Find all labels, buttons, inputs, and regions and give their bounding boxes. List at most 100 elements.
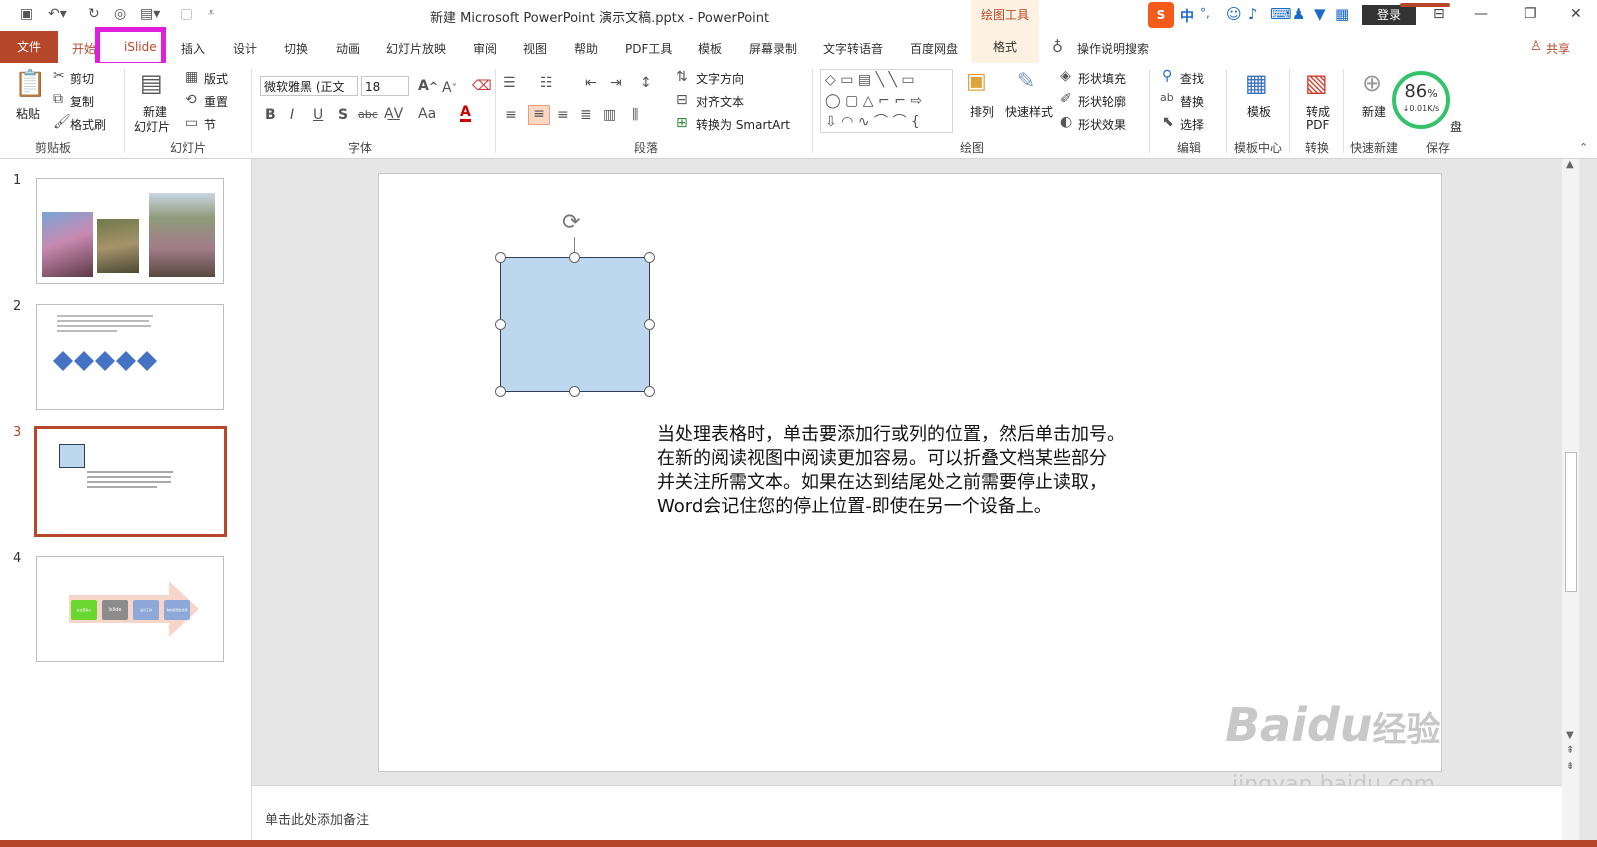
- select-button[interactable]: 选择: [1180, 116, 1204, 133]
- ime-toolbox-icon[interactable]: ▦: [1335, 5, 1349, 23]
- pdf-icon[interactable]: ▧: [1305, 69, 1328, 97]
- shape-fill-button[interactable]: 形状填充: [1078, 70, 1126, 87]
- tab-home[interactable]: 开始: [72, 40, 96, 57]
- tab-slideshow[interactable]: 幻灯片放映: [386, 40, 446, 57]
- tab-animations[interactable]: 动画: [336, 40, 360, 57]
- decrease-indent-icon[interactable]: ⇤: [585, 75, 597, 91]
- sogou-ime-icon[interactable]: S: [1148, 2, 1174, 28]
- new-slide-icon[interactable]: ▤: [140, 69, 163, 97]
- present-icon[interactable]: ▤▾: [140, 6, 160, 22]
- new-file-icon[interactable]: ▢: [180, 6, 193, 22]
- paste-button[interactable]: 粘贴: [16, 105, 40, 122]
- shrink-font-icon[interactable]: Aˇ: [442, 80, 457, 96]
- quick-styles-button[interactable]: 快速样式: [1005, 103, 1053, 120]
- resize-handle[interactable]: [569, 252, 580, 263]
- resize-handle[interactable]: [644, 252, 655, 263]
- replace-icon[interactable]: ab: [1160, 91, 1174, 104]
- ime-keyboard-icon[interactable]: ⌨: [1270, 5, 1292, 23]
- shape-outline-button[interactable]: 形状轮廓: [1078, 93, 1126, 110]
- scroll-thumb[interactable]: [1565, 452, 1577, 592]
- italic-icon[interactable]: I: [290, 107, 294, 123]
- previous-slide-icon[interactable]: ⇞: [1566, 745, 1574, 756]
- tab-pdf-tools[interactable]: PDF工具: [625, 40, 672, 57]
- shape-effects-icon[interactable]: ◐: [1060, 114, 1072, 130]
- font-name-combo[interactable]: 微软雅黑 (正文: [260, 76, 358, 96]
- bold-icon[interactable]: B: [265, 107, 276, 123]
- align-left-icon[interactable]: ≡: [505, 107, 517, 123]
- quick-new-icon[interactable]: ⊕: [1362, 69, 1382, 97]
- arrange-button[interactable]: 排列: [970, 103, 994, 120]
- login-button[interactable]: 登录: [1362, 5, 1416, 25]
- redo-icon[interactable]: ↻: [88, 6, 100, 22]
- paste-icon[interactable]: 📋: [14, 69, 46, 99]
- shapes-gallery[interactable]: ◇ ▭ ▤ ╲ ╲ ▭ ◯ ▢ △ ⌐ ⌐ ⇨ ⇩ ◠ ∿ ⌒ ⌒ {: [820, 69, 953, 133]
- tell-me-search[interactable]: 操作说明搜索: [1077, 40, 1149, 57]
- clear-formatting-icon[interactable]: ⌫: [472, 78, 492, 94]
- reset-button[interactable]: 重置: [204, 93, 228, 110]
- selected-rectangle-shape[interactable]: [500, 257, 650, 392]
- numbering-icon[interactable]: ☷: [540, 75, 553, 91]
- slide-thumbnail-1[interactable]: [36, 178, 224, 284]
- tab-transitions[interactable]: 切换: [284, 40, 308, 57]
- template-button[interactable]: 模板: [1247, 103, 1271, 120]
- reset-icon[interactable]: ⟲: [185, 92, 197, 108]
- undo-icon[interactable]: ↶▾: [48, 6, 67, 22]
- rotation-handle-icon[interactable]: ⟳: [562, 210, 580, 235]
- underline-icon[interactable]: U: [313, 107, 323, 123]
- ime-users-icon[interactable]: ♟: [1292, 5, 1305, 23]
- network-speed-gauge[interactable]: 86% ↓0.01K/s: [1392, 71, 1450, 129]
- ime-emoji-icon[interactable]: ☺: [1226, 5, 1242, 23]
- bullets-icon[interactable]: ☰: [503, 75, 516, 91]
- text-shadow-icon[interactable]: S: [338, 107, 348, 123]
- minimize-icon[interactable]: —: [1474, 6, 1488, 22]
- align-center-icon[interactable]: ≡: [528, 105, 550, 125]
- format-painter-button[interactable]: 格式刷: [70, 116, 106, 133]
- quick-styles-icon[interactable]: ✎: [1017, 69, 1035, 94]
- save-to-netdisk-button[interactable]: 盘: [1450, 118, 1462, 135]
- slide-thumbnail-4[interactable]: 在这里输入 islide 设计工具 你的标题在这里: [36, 556, 224, 662]
- shape-effects-button[interactable]: 形状效果: [1078, 116, 1126, 133]
- ime-language[interactable]: 中: [1180, 6, 1194, 26]
- slide-thumbnail-2[interactable]: [36, 304, 224, 410]
- tab-view[interactable]: 视图: [523, 40, 547, 57]
- close-icon[interactable]: ✕: [1570, 6, 1582, 22]
- tab-text-to-speech[interactable]: 文字转语音: [823, 40, 883, 57]
- character-spacing-icon[interactable]: A͟V: [384, 106, 403, 122]
- start-from-beginning-icon[interactable]: ◎: [114, 6, 126, 22]
- section-button[interactable]: 节: [204, 116, 216, 133]
- section-icon[interactable]: ▭: [185, 115, 198, 131]
- font-size-combo[interactable]: 18: [361, 76, 409, 96]
- cut-button[interactable]: 剪切: [70, 70, 94, 87]
- ribbon-display-options-icon[interactable]: ⊟: [1433, 6, 1445, 22]
- tab-format[interactable]: 格式: [971, 31, 1039, 63]
- grow-font-icon[interactable]: A^: [418, 78, 438, 94]
- align-text-button[interactable]: 对齐文本: [696, 93, 744, 110]
- columns-icon[interactable]: ⫼: [632, 107, 638, 123]
- copy-icon[interactable]: ⧉: [53, 91, 63, 107]
- slide-thumbnail-3[interactable]: [34, 426, 227, 537]
- format-painter-icon[interactable]: 🖌: [53, 114, 71, 130]
- convert-pdf-button-label[interactable]: PDF: [1306, 118, 1329, 132]
- convert-smartart-button[interactable]: 转换为 SmartArt: [696, 116, 790, 133]
- change-case-icon[interactable]: Aa: [418, 106, 436, 122]
- find-button[interactable]: 查找: [1180, 70, 1204, 87]
- align-text-icon[interactable]: ⊟: [676, 92, 688, 108]
- shape-fill-icon[interactable]: ◈: [1060, 68, 1071, 84]
- distributed-icon[interactable]: ▥: [603, 107, 616, 123]
- increase-indent-icon[interactable]: ⇥: [610, 75, 622, 91]
- tab-review[interactable]: 审阅: [473, 40, 497, 57]
- resize-handle[interactable]: [495, 252, 506, 263]
- customize-qat-icon[interactable]: ⩡: [208, 6, 214, 20]
- notes-placeholder[interactable]: 单击此处添加备注: [265, 809, 369, 828]
- ime-voice-icon[interactable]: ♪: [1248, 5, 1258, 23]
- resize-handle[interactable]: [644, 386, 655, 397]
- share-button[interactable]: 共享: [1546, 40, 1570, 57]
- justify-icon[interactable]: ≣: [580, 107, 592, 123]
- select-icon[interactable]: ⬉: [1162, 114, 1174, 130]
- strikethrough-icon[interactable]: abc: [358, 108, 378, 121]
- slide-text-box[interactable]: 当处理表格时，单击要添加行或列的位置，然后单击加号。 在新的阅读视图中阅读更加容…: [657, 423, 1125, 519]
- resize-handle[interactable]: [569, 386, 580, 397]
- find-icon[interactable]: ⚲: [1162, 68, 1172, 84]
- font-color-icon[interactable]: A: [460, 105, 471, 122]
- copy-button[interactable]: 复制: [70, 93, 94, 110]
